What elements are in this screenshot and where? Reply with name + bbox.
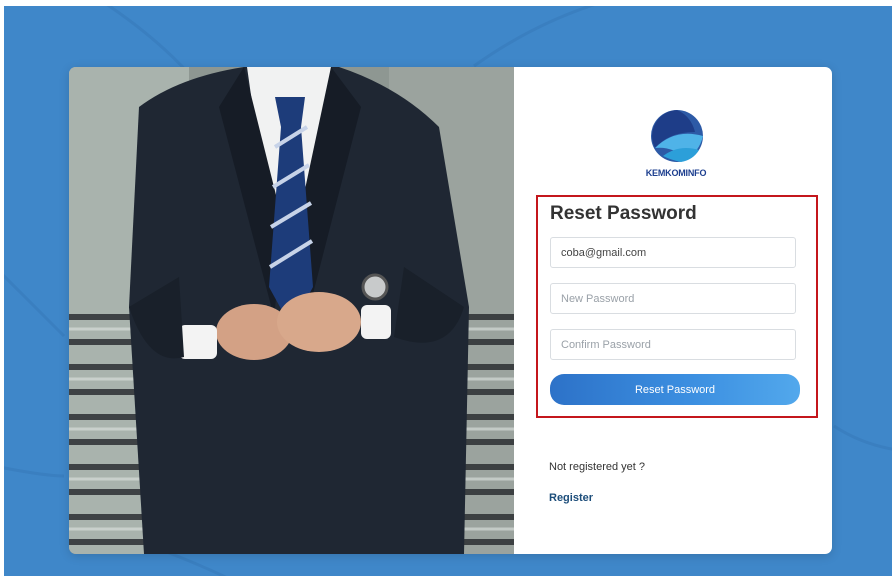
confirm-password-field[interactable] xyxy=(550,329,796,360)
email-field[interactable] xyxy=(550,237,796,268)
login-card: KEMKOMINFO Reset Password Reset Password… xyxy=(69,67,832,554)
reset-panel: KEMKOMINFO Reset Password Reset Password… xyxy=(514,67,832,554)
reset-password-form: Reset Password Reset Password xyxy=(536,195,818,418)
brand-logo: KEMKOMINFO xyxy=(641,102,711,182)
reset-password-button[interactable]: Reset Password xyxy=(550,374,800,405)
form-title: Reset Password xyxy=(550,203,697,224)
businessman-photo xyxy=(69,67,514,554)
kemkominfo-logo-icon xyxy=(651,110,703,162)
logo-text: KEMKOMINFO xyxy=(645,168,707,178)
new-password-field[interactable] xyxy=(550,283,796,314)
not-registered-text: Not registered yet ? xyxy=(549,461,645,473)
page-background: KEMKOMINFO Reset Password Reset Password… xyxy=(4,6,892,576)
register-link[interactable]: Register xyxy=(549,492,593,504)
